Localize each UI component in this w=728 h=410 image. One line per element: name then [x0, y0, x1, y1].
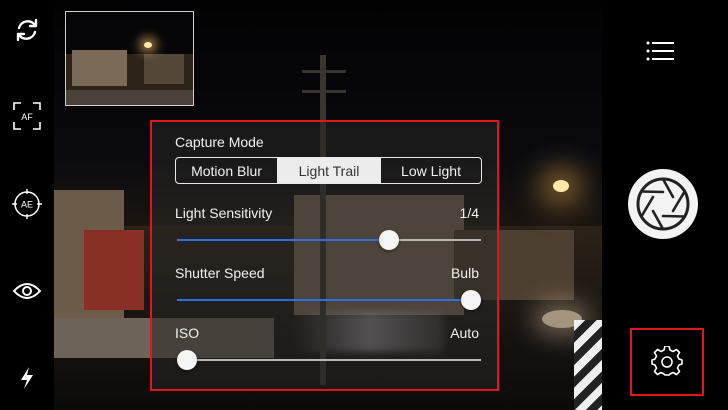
shutter-button[interactable] — [627, 168, 699, 240]
light-sensitivity-slider-thumb[interactable] — [378, 230, 399, 250]
thumbnail-light — [144, 42, 152, 48]
utility-pole-crossbar — [302, 90, 346, 93]
ae-label: AE — [21, 200, 33, 210]
iso-slider[interactable] — [177, 359, 481, 361]
light-sensitivity-value: 1/4 — [459, 205, 479, 221]
shutter-icon — [628, 169, 698, 239]
iso-label: ISO — [175, 325, 200, 341]
capture-mode-label: Capture Mode — [175, 134, 264, 150]
thumbnail-road — [66, 90, 193, 105]
af-label: AF — [21, 112, 33, 122]
mode-option-motion-blur[interactable]: Motion Blur — [176, 158, 278, 183]
striped-barrier — [574, 320, 602, 410]
shutter-speed-label: Shutter Speed — [175, 265, 265, 281]
last-photo-thumbnail[interactable] — [65, 11, 194, 106]
slider-fill — [177, 239, 393, 241]
iso-value: Auto — [450, 325, 479, 341]
thumbnail-building — [144, 54, 184, 84]
eye-icon[interactable] — [11, 275, 43, 307]
autofocus-icon[interactable]: AF — [11, 100, 43, 132]
settings-gear-icon — [651, 346, 683, 376]
left-toolbar: AF AE — [0, 0, 54, 410]
rotate-camera-icon[interactable] — [11, 14, 43, 46]
settings-button[interactable] — [630, 328, 704, 396]
auto-exposure-icon[interactable]: AE — [11, 188, 43, 220]
building — [84, 230, 144, 310]
slider-fill — [177, 299, 481, 301]
street-lamp — [553, 180, 569, 192]
flash-icon[interactable] — [11, 362, 43, 394]
iso-slider-thumb[interactable] — [177, 350, 197, 370]
capture-settings-panel: Capture Mode Motion Blur Light Trail Low… — [150, 120, 499, 391]
mode-option-low-light[interactable]: Low Light — [381, 158, 481, 183]
light-sensitivity-slider[interactable] — [177, 239, 481, 241]
shutter-speed-slider-thumb[interactable] — [461, 290, 481, 310]
shutter-speed-value: Bulb — [450, 265, 479, 281]
mode-option-light-trail[interactable]: Light Trail — [278, 158, 381, 183]
light-sensitivity-label: Light Sensitivity — [175, 205, 273, 221]
utility-pole-crossbar — [302, 70, 346, 73]
shutter-speed-slider[interactable] — [177, 299, 481, 301]
capture-mode-segmented-control: Motion Blur Light Trail Low Light — [175, 157, 482, 184]
menu-icon[interactable] — [646, 41, 674, 61]
thumbnail-building — [72, 50, 127, 86]
